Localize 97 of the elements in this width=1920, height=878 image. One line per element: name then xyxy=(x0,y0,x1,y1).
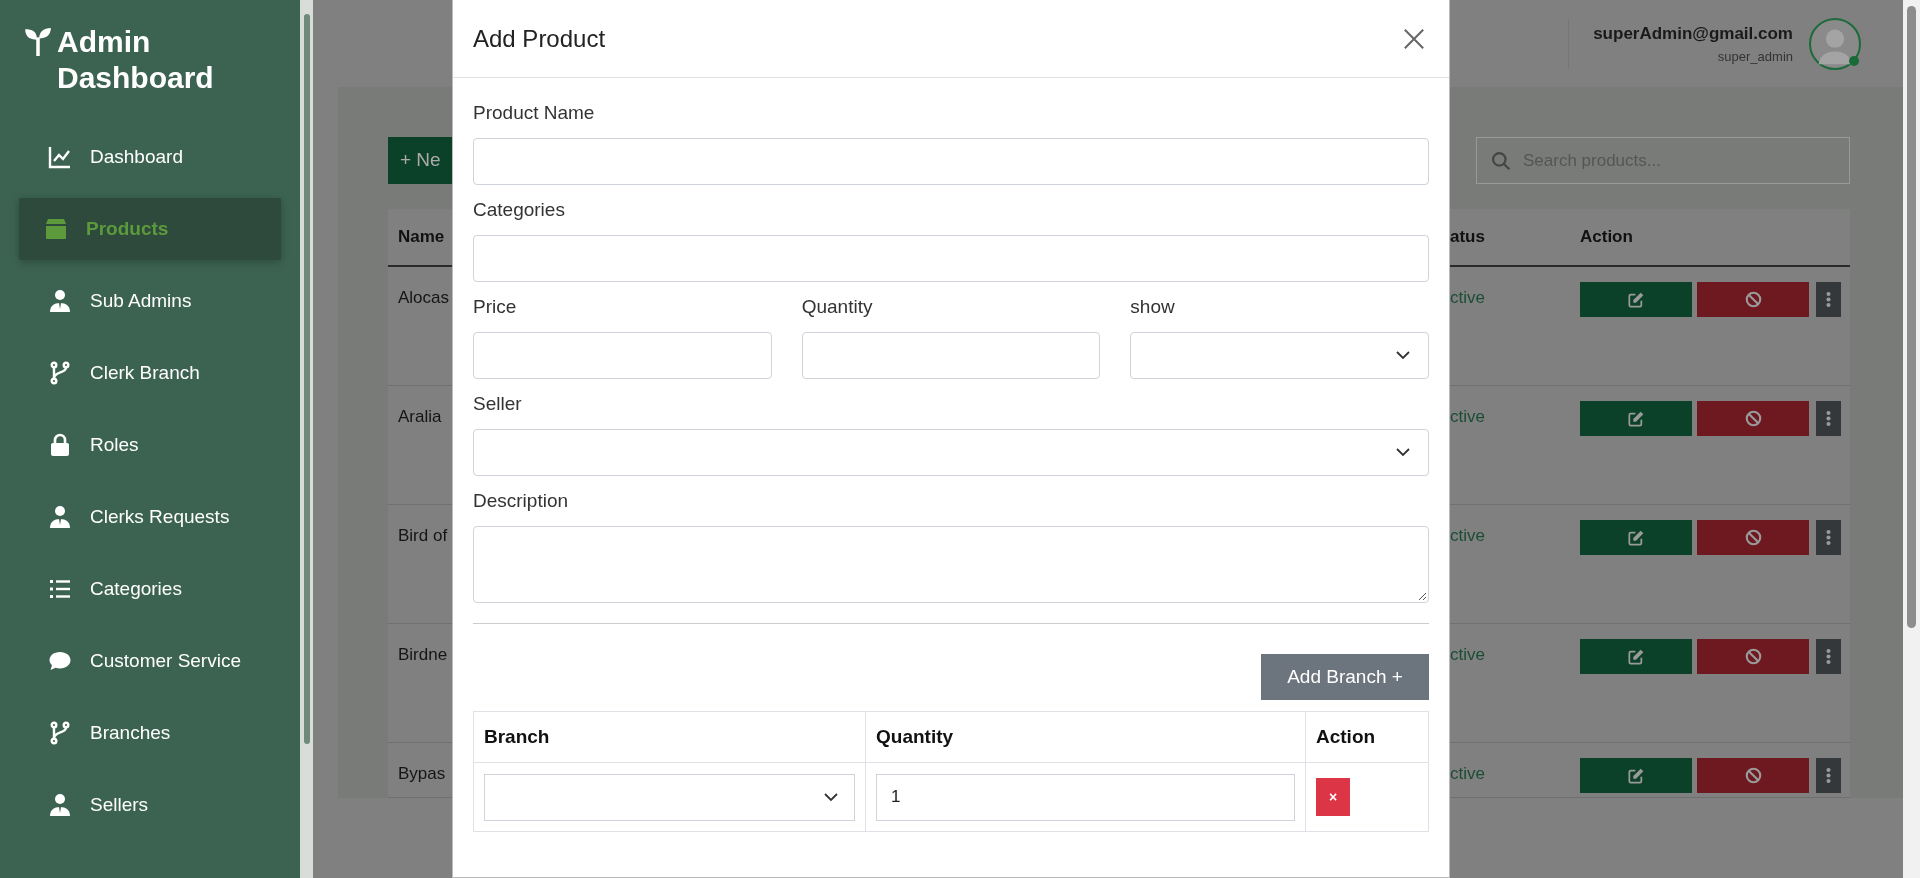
chart-icon xyxy=(48,145,72,169)
text-area[interactable] xyxy=(473,526,1429,603)
add-branch-button[interactable]: Add Branch + xyxy=(1261,654,1429,700)
new-button[interactable]: + Ne xyxy=(388,137,452,184)
column-header: Action xyxy=(1316,724,1376,749)
edit-button[interactable] xyxy=(1580,282,1692,317)
edit-icon xyxy=(1628,767,1644,784)
chevron-icon xyxy=(1396,351,1410,360)
user-icon xyxy=(48,289,72,313)
field-label: Categories xyxy=(473,198,566,222)
field-label: Price xyxy=(473,295,518,319)
chat-icon xyxy=(48,649,72,673)
list-icon xyxy=(48,577,72,601)
edit-button[interactable] xyxy=(1580,639,1692,674)
more-icon xyxy=(1826,768,1831,783)
field-label: Product Name xyxy=(473,101,596,125)
table-cell-text: Birdne xyxy=(397,644,449,666)
lock-icon xyxy=(48,433,72,457)
block-button[interactable] xyxy=(1697,282,1809,317)
more-icon xyxy=(1826,649,1831,664)
sidebar-item[interactable]: Branches xyxy=(19,702,281,764)
user-icon xyxy=(48,505,72,529)
branch-icon xyxy=(48,361,72,385)
select-field[interactable] xyxy=(484,773,855,821)
field-label: show xyxy=(1130,295,1176,319)
select-field[interactable] xyxy=(473,429,1429,476)
branch-icon xyxy=(48,721,72,745)
input-field[interactable] xyxy=(473,138,1429,185)
edit-icon xyxy=(1628,410,1644,427)
edit-icon xyxy=(1628,291,1644,308)
edit-icon xyxy=(1628,529,1644,546)
avatar[interactable] xyxy=(1809,17,1861,70)
more-button[interactable] xyxy=(1816,282,1841,317)
edit-button[interactable] xyxy=(1580,758,1692,793)
user-email: superAdmin@gmail.com xyxy=(1593,23,1793,45)
edit-icon xyxy=(1628,648,1644,665)
column-header: Action xyxy=(1580,226,1634,249)
user-role: super_admin xyxy=(1716,47,1793,66)
column-header: Quantity xyxy=(876,724,954,749)
brand-title: Admin Dashboard xyxy=(57,24,215,96)
column-header: Name xyxy=(397,226,446,249)
modal-title: Add Product xyxy=(473,23,606,54)
edit-button[interactable] xyxy=(1580,520,1692,555)
sidebar-item[interactable]: Sub Admins xyxy=(19,270,281,332)
input-field[interactable] xyxy=(473,235,1429,282)
user-icon xyxy=(48,793,72,817)
sidebar-item[interactable]: Roles xyxy=(19,414,281,476)
block-icon xyxy=(1744,410,1762,427)
input-field[interactable]: 1 xyxy=(876,773,1295,821)
block-button[interactable] xyxy=(1697,520,1809,555)
input-field[interactable] xyxy=(801,332,1101,379)
status-text: ctive xyxy=(1450,763,1486,785)
table-cell-text: Alocas xyxy=(397,287,451,309)
block-icon xyxy=(1744,529,1762,546)
block-icon xyxy=(1744,767,1762,784)
table-cell-text: Aralia xyxy=(397,406,443,428)
more-button[interactable] xyxy=(1816,639,1841,674)
sidebar-item[interactable]: Dashboard xyxy=(19,126,281,188)
more-button[interactable] xyxy=(1816,758,1841,793)
status-text: ctive xyxy=(1450,525,1486,547)
more-icon xyxy=(1826,292,1831,307)
field-label: Description xyxy=(473,489,570,513)
field-label: Quantity xyxy=(801,295,874,319)
scrollbar[interactable] xyxy=(300,0,313,878)
resize-handle-icon xyxy=(1418,592,1426,600)
sidebar-item[interactable]: Sellers xyxy=(19,774,281,836)
block-button[interactable] xyxy=(1697,758,1809,793)
remove-button[interactable]: × xyxy=(1316,778,1350,816)
input-field[interactable] xyxy=(473,332,772,379)
block-icon xyxy=(1744,291,1762,308)
chevron-icon xyxy=(1396,448,1410,457)
select-field[interactable] xyxy=(1130,332,1429,379)
more-button[interactable] xyxy=(1816,401,1841,436)
table-cell-text: Bypas xyxy=(397,763,447,785)
more-button[interactable] xyxy=(1816,520,1841,555)
chevron-icon xyxy=(824,792,838,802)
edit-button[interactable] xyxy=(1580,401,1692,436)
box-icon xyxy=(44,217,68,241)
sidebar-item[interactable]: Customer Service xyxy=(19,630,281,692)
field-label: Seller xyxy=(473,392,523,416)
column-header: atus xyxy=(1450,226,1486,249)
sidebar-item[interactable]: Clerk Branch xyxy=(19,342,281,404)
status-text: ctive xyxy=(1450,287,1486,309)
table-cell-text: Bird of xyxy=(397,525,449,547)
status-text: ctive xyxy=(1450,644,1486,666)
block-button[interactable] xyxy=(1697,639,1809,674)
column-header: Branch xyxy=(484,724,550,749)
block-icon xyxy=(1744,648,1762,665)
search-icon xyxy=(1491,150,1511,171)
block-button[interactable] xyxy=(1697,401,1809,436)
sidebar-item[interactable]: Categories xyxy=(19,558,281,620)
sprout-icon xyxy=(25,28,51,56)
more-icon xyxy=(1826,411,1831,426)
status-text: ctive xyxy=(1450,406,1486,428)
scrollbar[interactable] xyxy=(1903,0,1920,878)
sidebar-item[interactable]: Clerks Requests xyxy=(19,486,281,548)
more-icon xyxy=(1826,530,1831,545)
